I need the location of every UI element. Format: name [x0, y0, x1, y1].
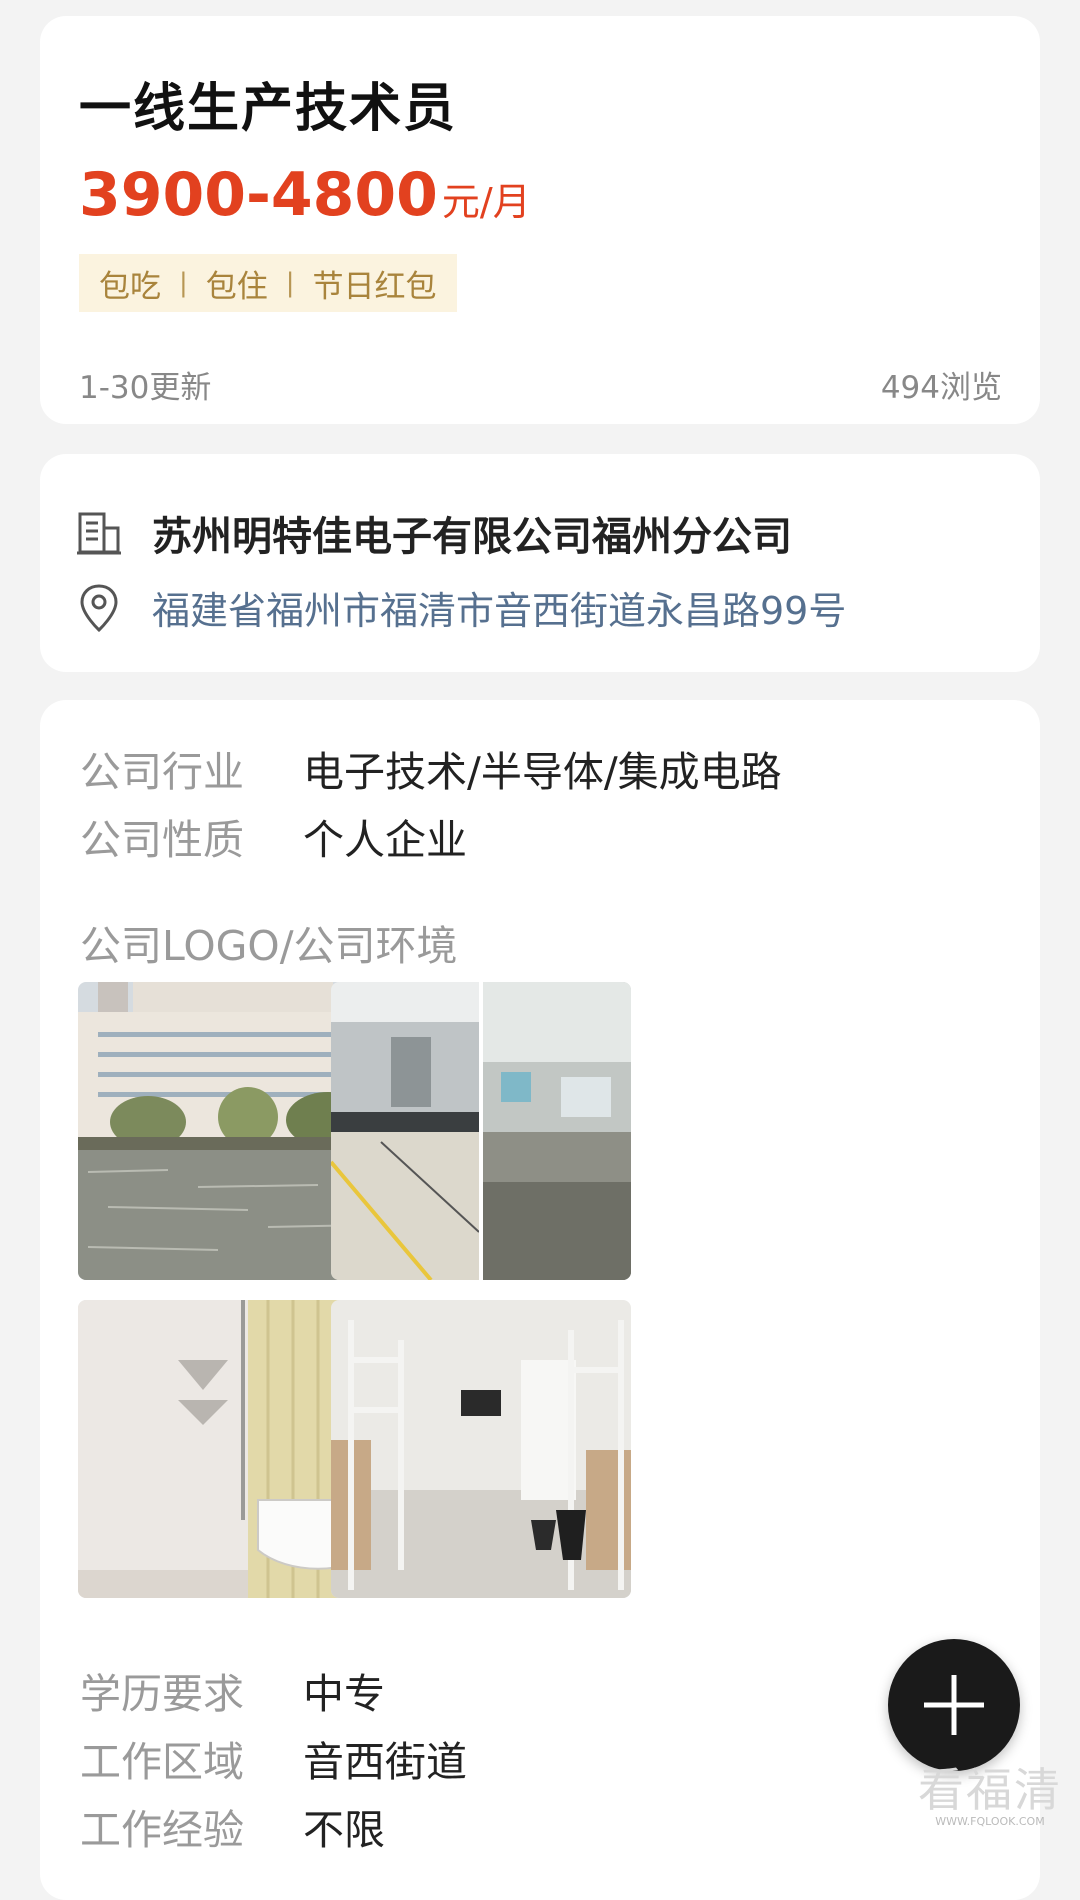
- nature-value: 个人企业: [303, 816, 467, 864]
- area-row: 工作区域 音西街道: [80, 1728, 467, 1788]
- industry-label: 公司行业: [80, 748, 244, 796]
- company-address[interactable]: 福建省福州市福清市音西街道永昌路99号: [152, 580, 846, 635]
- nature-label: 公司性质: [80, 816, 244, 864]
- add-button[interactable]: [888, 1639, 1020, 1771]
- experience-row: 工作经验 不限: [80, 1796, 385, 1856]
- experience-label: 工作经验: [80, 1806, 244, 1854]
- company-name[interactable]: 苏州明特佳电子有限公司福州分公司: [152, 504, 792, 562]
- area-value: 音西街道: [303, 1738, 467, 1786]
- job-summary-card: 一线生产技术员 3900-4800 元/月 包吃 | 包住 | 节日红包 1-30…: [40, 16, 1040, 424]
- salary-unit: 元/月: [441, 180, 531, 224]
- education-row: 学历要求 中专: [80, 1660, 385, 1720]
- factory-floor-photo[interactable]: [331, 982, 631, 1280]
- location-pin-icon: [80, 583, 118, 632]
- view-count: 494浏览: [880, 370, 1002, 406]
- area-label: 工作区域: [80, 1738, 244, 1786]
- experience-value: 不限: [303, 1806, 385, 1854]
- dormitory-photo[interactable]: [331, 1300, 631, 1598]
- benefit-tag: 包住: [205, 268, 268, 305]
- updated-date: 1-30更新: [79, 370, 212, 406]
- benefit-tags: 包吃 | 包住 | 节日红包: [79, 254, 457, 312]
- industry-row: 公司行业 电子技术/半导体/集成电路: [80, 738, 782, 798]
- job-title: 一线生产技术员: [79, 79, 458, 139]
- nature-row: 公司性质 个人企业: [80, 806, 467, 866]
- building-icon: [77, 512, 121, 555]
- benefit-separator: |: [179, 268, 188, 298]
- benefit-tag: 包吃: [99, 268, 161, 305]
- education-label: 学历要求: [80, 1670, 244, 1718]
- benefit-tag: 节日红包: [312, 268, 437, 305]
- company-card[interactable]: 苏州明特佳电子有限公司福州分公司 福建省福州市福清市音西街道永昌路99号: [40, 454, 1040, 672]
- company-row[interactable]: 苏州明特佳电子有限公司福州分公司: [76, 504, 792, 562]
- watermark-text: 看福清: [918, 1763, 1062, 1817]
- photos-label: 公司LOGO/公司环境: [80, 922, 458, 970]
- industry-value: 电子技术/半导体/集成电路: [303, 748, 782, 796]
- watermark-url: WWW.FQLOOK.COM: [935, 1815, 1045, 1828]
- plus-icon: [924, 1675, 984, 1735]
- benefit-separator: |: [285, 268, 295, 298]
- salary-range: 3900-4800: [79, 160, 438, 230]
- watermark: 看福清 WWW.FQLOOK.COM: [918, 1765, 1062, 1828]
- address-row[interactable]: 福建省福州市福清市音西街道永昌路99号: [76, 580, 846, 635]
- salary: 3900-4800 元/月: [79, 160, 531, 230]
- education-value: 中专: [303, 1670, 385, 1718]
